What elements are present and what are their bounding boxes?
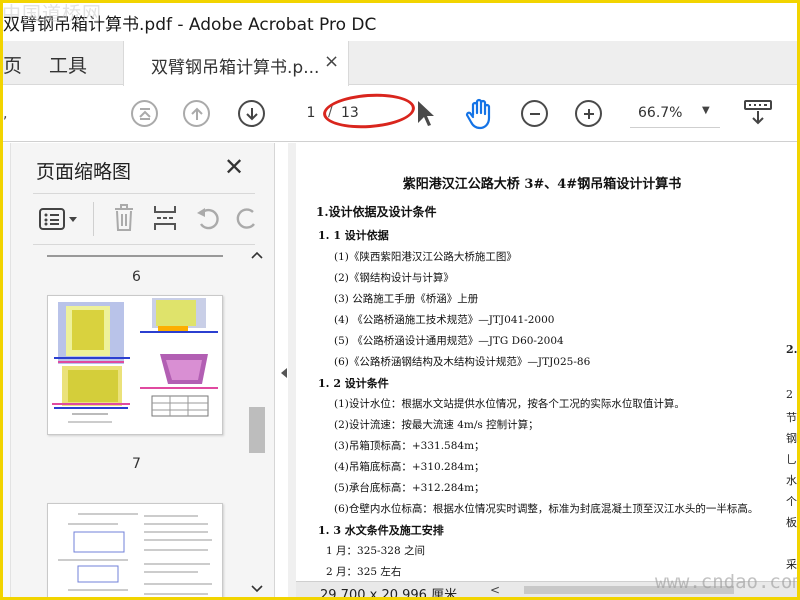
thumbnails-scrollbar[interactable]: [246, 247, 268, 597]
tab-home[interactable]: 页: [3, 51, 22, 78]
highlight-ellipse: [321, 90, 417, 132]
acrobat-window: 双臂钢吊箱计算书.pdf - Adobe Acrobat Pro DC 中国道桥…: [3, 3, 797, 597]
next-page-fragment: 节: [786, 411, 797, 424]
thumbnails-list: 6 7: [33, 247, 243, 597]
reference-item: (6)《公路桥涵钢结构及木结构设计规范》—JTJ025-86: [334, 356, 591, 368]
condition-item: (5)承台底标高：+312.284m；: [334, 482, 485, 494]
thumbnail-page-6-edge: [47, 255, 223, 257]
thumbnails-toolbar: [33, 193, 255, 245]
tab-bar: 页 工具 双臂钢吊箱计算书.p... ×: [3, 41, 797, 86]
next-page-edge: 2. 2 节 钢 乚 水 个 板 采: [785, 143, 797, 581]
condition-item: (1)设计水位：根据水文站提供水位情况，按各个工况的实际水位取值计算。: [334, 398, 685, 410]
scroll-left-button[interactable]: <: [490, 583, 500, 597]
subsection-heading: 1. 1 设计依据: [318, 229, 389, 242]
page-size: 29.700 x 20.996 厘米: [320, 588, 458, 597]
next-page-fragment: 2.: [786, 343, 797, 356]
hydro-item: 1 月：325-328 之间: [326, 545, 425, 557]
subsection-heading: 1. 3 水文条件及施工安排: [318, 524, 444, 537]
trash-icon[interactable]: [113, 204, 135, 232]
scrollbar-thumb[interactable]: [249, 407, 265, 453]
extract-pages-icon[interactable]: [153, 204, 177, 232]
title-bar: 双臂钢吊箱计算书.pdf - Adobe Acrobat Pro DC 中国道桥…: [3, 3, 797, 41]
horizontal-scrollbar-thumb[interactable]: [524, 586, 734, 594]
first-page-icon: [138, 107, 151, 120]
zoom-out-button[interactable]: [521, 100, 548, 127]
toolbar-divider: [93, 202, 94, 236]
zoom-out-icon: [529, 112, 540, 115]
zoom-in-icon: [583, 108, 594, 119]
tab-document-label: 双臂钢吊箱计算书.p...: [151, 58, 320, 78]
reference-item: (1)《陕西紫阳港汉江公路大桥施工图》: [334, 251, 517, 263]
thumbnail-page-8[interactable]: [47, 503, 223, 597]
reference-item: (3) 公路施工手册《桥涵》上册: [334, 293, 479, 305]
next-page-fragment: 2: [786, 388, 793, 401]
reference-item: (4) 《公路桥涵施工技术规范》—JTJ041-2000: [334, 314, 555, 326]
toolbar-left-marker: ,: [3, 106, 8, 122]
zoom-select[interactable]: 66.7% ▼: [630, 100, 720, 128]
zoom-in-button[interactable]: [575, 100, 602, 127]
scroll-down-icon[interactable]: [251, 585, 263, 593]
next-page-icon: [245, 107, 258, 120]
status-bar: 29.700 x 20.996 厘米 <: [296, 581, 797, 597]
chevron-down-icon: ▼: [702, 105, 710, 116]
next-page-fragment: 水: [786, 474, 797, 487]
current-page-input[interactable]: 1: [296, 98, 326, 128]
close-panel-button[interactable]: ✕: [224, 153, 244, 181]
next-page-button[interactable]: [238, 100, 265, 127]
navigation-strip[interactable]: [3, 143, 11, 597]
thumbnail-number: 6: [132, 269, 141, 285]
condition-item: (4)吊箱底标高：+310.284m；: [334, 461, 485, 473]
thumbnails-panel-title: 页面缩略图: [36, 161, 132, 183]
zoom-value: 66.7%: [638, 105, 683, 121]
reference-item: (2)《钢结构设计与计算》: [334, 272, 454, 284]
hydro-item: 2 月：325 左右: [326, 566, 402, 578]
thumbnail-number: 7: [132, 456, 141, 472]
subsection-heading: 1. 2 设计条件: [318, 377, 389, 390]
toolbar: , 1 / 13 66.7% ▼: [3, 86, 797, 142]
tab-document[interactable]: 双臂钢吊箱计算书.p... ×: [123, 41, 349, 86]
tab-tools[interactable]: 工具: [49, 51, 87, 78]
section-heading: 1.设计依据及设计条件: [316, 205, 437, 219]
next-page-fragment: 板: [786, 516, 797, 529]
close-tab-button[interactable]: ×: [324, 51, 339, 72]
redo-icon[interactable]: [233, 206, 255, 232]
first-page-button[interactable]: [131, 100, 158, 127]
next-page-fragment: 采: [786, 558, 797, 571]
page-thumbnails-pane: 页面缩略图 ✕ 6 7: [3, 143, 275, 597]
reference-item: (5) 《公路桥涵设计通用规范》—JTG D60-2004: [334, 335, 564, 347]
document-view[interactable]: 紫阳港汉江公路大桥 3#、4#钢吊箱设计计算书 1.设计依据及设计条件 1. 1…: [288, 143, 797, 597]
condition-item: (3)吊箱顶标高：+331.584m；: [334, 440, 485, 452]
window-title: 双臂钢吊箱计算书.pdf - Adobe Acrobat Pro DC: [3, 15, 377, 35]
condition-item: (6)仓壁内水位标高：根据水位情况实时调整，标准为封底混凝土顶至汉江水头的一半标…: [334, 503, 759, 515]
select-cursor-icon[interactable]: [415, 99, 437, 129]
previous-page-button[interactable]: [183, 100, 210, 127]
hand-tool-icon[interactable]: [465, 98, 495, 130]
document-title: 紫阳港汉江公路大桥 3#、4#钢吊箱设计计算书: [402, 177, 682, 192]
thumbnail-page-7-content: [52, 298, 218, 423]
thumbnail-page-7[interactable]: [47, 295, 223, 435]
pdf-page: 紫阳港汉江公路大桥 3#、4#钢吊箱设计计算书 1.设计依据及设计条件 1. 1…: [296, 143, 788, 581]
previous-page-icon: [190, 107, 203, 120]
next-page-fragment: 钢: [786, 432, 797, 445]
undo-icon[interactable]: [195, 206, 223, 232]
next-page-fragment: 个: [786, 495, 797, 508]
next-page-fragment: 乚: [786, 453, 797, 466]
condition-item: (2)设计流速：按最大流速 4m/s 控制计算；: [334, 419, 539, 431]
thumbnail-page-8-content: [58, 513, 212, 595]
options-menu-icon[interactable]: [39, 208, 79, 230]
read-mode-icon[interactable]: [743, 98, 773, 128]
scroll-up-icon[interactable]: [251, 251, 263, 259]
